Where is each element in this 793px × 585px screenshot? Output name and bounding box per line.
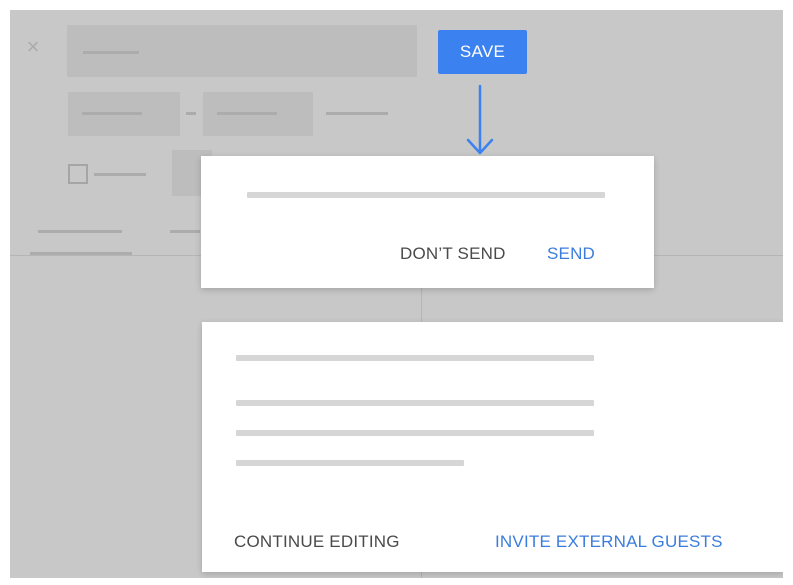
save-button[interactable]: SAVE <box>438 30 527 74</box>
invite-external-guests-button[interactable]: INVITE EXTERNAL GUESTS <box>495 532 723 552</box>
send-button[interactable]: SEND <box>547 244 595 264</box>
tab-second-placeholder <box>170 230 200 233</box>
dialog-line-2 <box>236 400 594 406</box>
close-icon: × <box>26 34 40 59</box>
arrow-down-icon <box>466 84 494 155</box>
timezone-placeholder <box>326 112 388 115</box>
dialog-line-1 <box>236 355 594 361</box>
all-day-label-placeholder <box>94 173 146 176</box>
send-invitations-dialog: DON’T SEND SEND <box>201 156 654 288</box>
dialog-line-4 <box>236 460 464 466</box>
date-separator <box>186 112 196 115</box>
start-date-line <box>82 112 142 115</box>
title-placeholder-line <box>83 51 139 54</box>
screen-frame: × SAVE DON’T SEND SEND CONTINUE EDITING … <box>10 10 783 578</box>
end-date-placeholder <box>203 92 313 136</box>
start-date-placeholder <box>68 92 180 136</box>
title-field-placeholder <box>67 25 417 77</box>
dialog-message-placeholder <box>247 192 605 198</box>
tab-details-placeholder <box>38 230 122 233</box>
all-day-checkbox-placeholder <box>68 164 88 184</box>
external-guests-dialog: CONTINUE EDITING INVITE EXTERNAL GUESTS <box>202 322 783 572</box>
dont-send-button[interactable]: DON’T SEND <box>400 244 506 264</box>
dialog-line-3 <box>236 430 594 436</box>
continue-editing-button[interactable]: CONTINUE EDITING <box>234 532 400 552</box>
end-date-line <box>217 112 277 115</box>
